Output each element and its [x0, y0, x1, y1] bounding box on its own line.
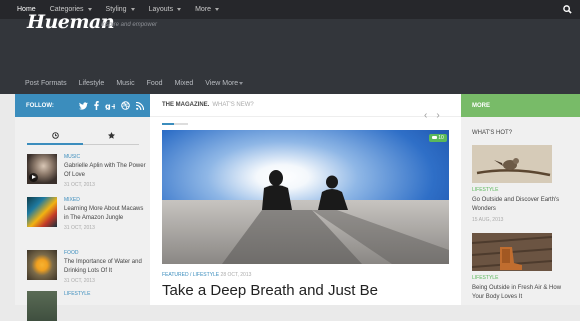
list-item[interactable]: MIXED Learning More About Macaws in The … — [27, 197, 147, 231]
post-date: 15 AUG, 2013 — [472, 217, 504, 223]
chevron-down-icon — [239, 81, 244, 85]
google-plus-icon[interactable]: g+ — [105, 102, 115, 110]
topnav-more[interactable]: More — [195, 6, 220, 13]
slider-controls: ‹ › — [424, 110, 440, 121]
social-links: g+ — [79, 94, 144, 117]
nav-lifestyle[interactable]: Lifestyle — [79, 80, 105, 87]
nav-view-more[interactable]: View More — [205, 80, 244, 87]
section-subtitle: WHAT'S NEW? — [212, 102, 254, 108]
chevron-right-icon[interactable]: › — [436, 110, 439, 121]
play-icon — [29, 173, 38, 182]
comment-icon — [432, 136, 438, 139]
post-title[interactable]: Being Outside in Fresh Air & How Your Bo… — [472, 284, 562, 302]
post-category[interactable]: MUSIC — [64, 154, 148, 160]
post-category[interactable]: LIFESTYLE — [64, 291, 148, 297]
tab-popular[interactable] — [83, 127, 139, 145]
chevron-down-icon — [215, 8, 220, 11]
tab-recent[interactable] — [27, 127, 83, 145]
left-sidebar: MUSIC Gabrielle Aplin with The Power Of … — [15, 117, 153, 321]
post-thumbnail[interactable] — [472, 145, 552, 183]
post-title[interactable]: Take a Deep Breath and Just Be — [162, 282, 378, 299]
dribbble-icon[interactable] — [121, 101, 130, 110]
boots-photo — [472, 233, 552, 271]
post-date: 28 OCT, 2013 — [220, 272, 252, 278]
post-date: 31 OCT, 2013 — [64, 278, 95, 284]
search-icon — [562, 5, 572, 14]
follow-label: FOLLOW: — [26, 102, 54, 109]
nav-post-formats[interactable]: Post Formats — [25, 80, 67, 87]
comment-count-badge[interactable]: 10 — [429, 134, 447, 142]
post-thumbnail[interactable] — [27, 250, 57, 280]
slider-indicator — [162, 123, 188, 125]
post-thumbnail[interactable] — [27, 154, 57, 184]
post-thumbnail[interactable] — [27, 197, 57, 227]
site-tagline: Inspire and empower — [101, 22, 158, 28]
chevron-down-icon — [177, 8, 182, 11]
main-navigation: Post Formats Lifestyle Music Food Mixed … — [0, 72, 580, 94]
topnav-layouts[interactable]: Layouts — [149, 6, 182, 13]
post-category[interactable]: LIFESTYLE — [472, 187, 498, 193]
magazine-header: THE MAGAZINE. WHAT'S NEW? — [150, 94, 461, 117]
post-thumbnail[interactable] — [472, 233, 552, 271]
post-date: 31 OCT, 2013 — [64, 182, 95, 188]
post-category[interactable]: LIFESTYLE — [472, 275, 498, 281]
more-label: MORE — [472, 102, 490, 109]
clock-icon — [51, 131, 59, 139]
chevron-left-icon[interactable]: ‹ — [424, 110, 427, 121]
whats-hot-heading: WHAT'S HOT? — [472, 130, 513, 136]
sidebar-tabs — [27, 127, 153, 145]
section-title: THE MAGAZINE. — [162, 102, 210, 108]
svg-text:g+: g+ — [105, 102, 115, 110]
post-title[interactable]: The Importance of Water and Drinking Lot… — [64, 258, 148, 276]
post-category[interactable]: FOOD — [64, 250, 148, 256]
post-thumbnail[interactable] — [27, 291, 57, 321]
nav-food[interactable]: Food — [147, 80, 163, 87]
rss-icon[interactable] — [136, 101, 144, 110]
post-title[interactable]: Gabrielle Aplin with The Power Of Love — [64, 162, 148, 180]
post-meta: FEATURED / LIFESTYLE 28 OCT, 2013 — [162, 272, 251, 278]
facebook-icon[interactable] — [94, 101, 99, 110]
list-item[interactable]: FOOD The Importance of Water and Drinkin… — [27, 250, 147, 284]
post-date: 31 OCT, 2013 — [64, 225, 95, 231]
nav-mixed[interactable]: Mixed — [175, 80, 194, 87]
chevron-down-icon — [130, 8, 135, 11]
featured-image[interactable] — [162, 130, 449, 264]
twitter-icon[interactable] — [79, 101, 88, 110]
search-button[interactable] — [554, 0, 580, 19]
list-item[interactable]: LIFESTYLE — [27, 291, 148, 321]
more-bar: MORE — [461, 94, 580, 117]
post-title[interactable]: Go Outside and Discover Earth's Wonders — [472, 196, 562, 214]
beach-photo — [162, 130, 449, 264]
post-title[interactable]: Learning More About Macaws in The Amazon… — [64, 205, 148, 223]
bird-photo — [472, 145, 552, 183]
post-category[interactable]: FEATURED / LIFESTYLE — [162, 272, 219, 278]
post-category[interactable]: MIXED — [64, 197, 148, 203]
star-icon — [107, 132, 115, 139]
nav-music[interactable]: Music — [116, 80, 134, 87]
list-item[interactable]: MUSIC Gabrielle Aplin with The Power Of … — [27, 154, 147, 188]
